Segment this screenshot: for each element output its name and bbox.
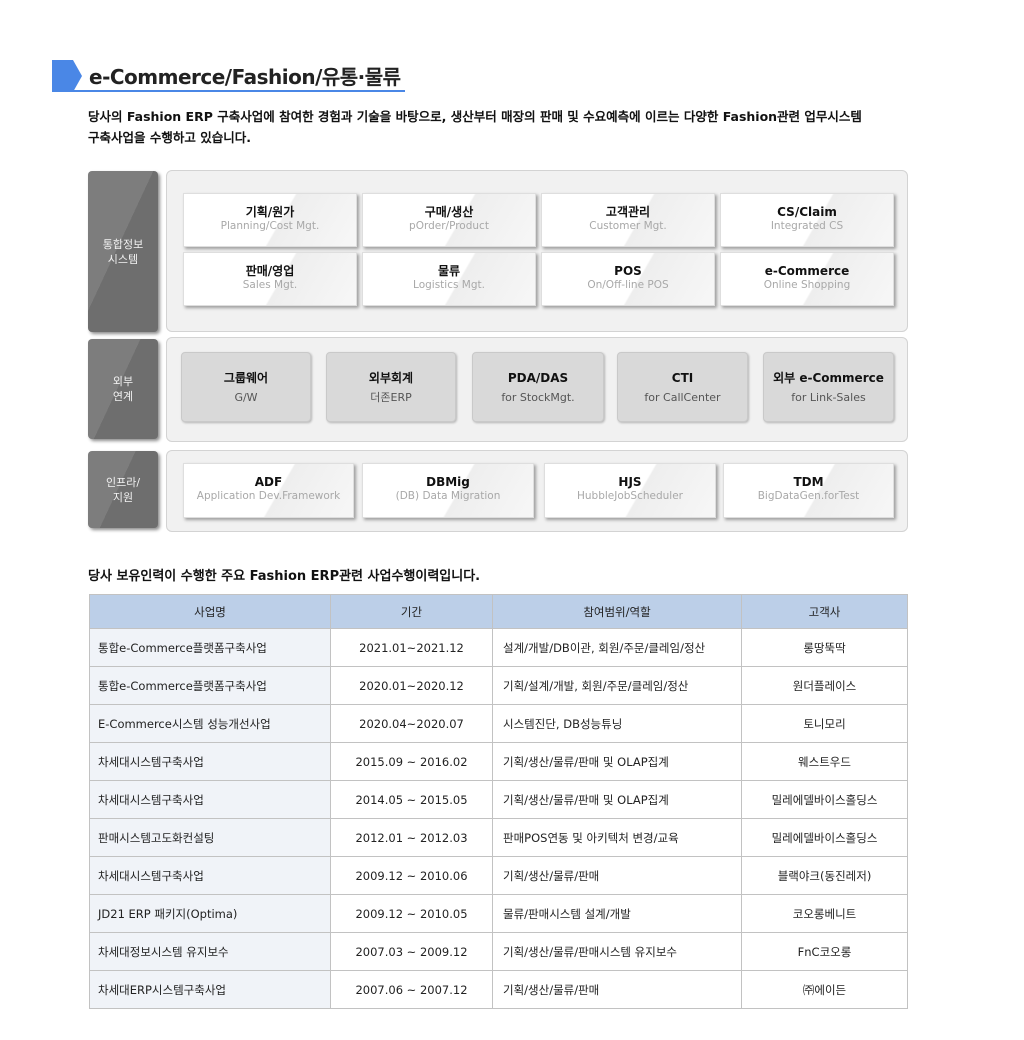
cell-period: 2015.09 ~ 2016.02 <box>330 742 493 781</box>
cell-client: 밀레에델바이스홀딩스 <box>741 818 908 857</box>
module-adf: ADF Application Dev.Framework <box>183 463 354 518</box>
cell-period: 2014.05 ~ 2015.05 <box>330 780 493 819</box>
cell-role: 설계/개발/DB이관, 회원/주문/클레임/정산 <box>492 628 742 667</box>
cell-period: 2020.01~2020.12 <box>330 666 493 705</box>
cell-role: 기획/생산/물류/판매 <box>492 970 742 1009</box>
module-sales: 판매/영업 Sales Mgt. <box>183 252 357 306</box>
panel-external: 그룹웨어 G/W 외부회계 더존ERP PDA/DAS for StockMgt… <box>166 337 908 442</box>
history-table: 사업명 기간 참여범위/역할 고객사 통합e-Commerce플랫폼구축사업 2… <box>89 594 908 1009</box>
cell-role: 기획/생산/물류/판매 및 OLAP집계 <box>492 780 742 819</box>
cell-period: 2020.04~2020.07 <box>330 704 493 743</box>
cell-role: 판매POS연동 및 아키텍처 변경/교육 <box>492 818 742 857</box>
intro-line-2: 구축사업을 수행하고 있습니다. <box>88 130 251 145</box>
intro-line-1: 당사의 Fashion ERP 구축사업에 참여한 경험과 기술을 바탕으로, … <box>88 109 862 124</box>
intro-text: 당사의 Fashion ERP 구축사업에 참여한 경험과 기술을 바탕으로, … <box>88 106 918 148</box>
cell-role: 기획/생산/물류/판매 및 OLAP집계 <box>492 742 742 781</box>
col-role: 참여범위/역할 <box>492 594 742 629</box>
cell-project: 판매시스템고도화컨설팅 <box>89 818 331 857</box>
cell-period: 2009.12 ~ 2010.06 <box>330 856 493 895</box>
module-hjs: HJS HubbleJobScheduler <box>544 463 716 518</box>
cell-client: 롱땅뚝딱 <box>741 628 908 667</box>
table-header-row: 사업명 기간 참여범위/역할 고객사 <box>89 594 908 629</box>
module-ecommerce: e-Commerce Online Shopping <box>720 252 894 306</box>
cell-project: 차세대정보시스템 유지보수 <box>89 932 331 971</box>
col-period: 기간 <box>330 594 493 629</box>
table-row: 차세대정보시스템 유지보수 2007.03 ~ 2009.12 기획/생산/물류… <box>89 932 908 971</box>
cell-client: FnC코오롱 <box>741 932 908 971</box>
panel-infra: ADF Application Dev.Framework DBMig (DB)… <box>166 450 908 532</box>
module-planning-cost: 기획/원가 Planning/Cost Mgt. <box>183 193 357 247</box>
module-cs-claim: CS/Claim Integrated CS <box>720 193 894 247</box>
row-label-integrated: 통합정보 시스템 <box>88 171 158 332</box>
history-title: 당사 보유인력이 수행한 주요 Fashion ERP관련 사업수행이력입니다. <box>88 569 481 584</box>
page-title: e-Commerce/Fashion/유통·물류 <box>89 65 401 89</box>
module-dbmig: DBMig (DB) Data Migration <box>362 463 534 518</box>
cell-period: 2012.01 ~ 2012.03 <box>330 818 493 857</box>
cell-period: 2021.01~2021.12 <box>330 628 493 667</box>
cell-period: 2009.12 ~ 2010.05 <box>330 894 493 933</box>
cell-project: 차세대ERP시스템구축사업 <box>89 970 331 1009</box>
module-pda-das: PDA/DAS for StockMgt. <box>472 352 604 422</box>
module-cti: CTI for CallCenter <box>617 352 748 422</box>
section-header: e-Commerce/Fashion/유통·물류 <box>52 60 405 92</box>
cell-project: 통합e-Commerce플랫폼구축사업 <box>89 628 331 667</box>
cell-project: 차세대시스템구축사업 <box>89 856 331 895</box>
module-logistics: 물류 Logistics Mgt. <box>362 252 536 306</box>
row-label-external: 외부 연계 <box>88 339 158 439</box>
cell-client: 토니모리 <box>741 704 908 743</box>
table-row: 통합e-Commerce플랫폼구축사업 2021.01~2021.12 설계/개… <box>89 628 908 667</box>
cell-period: 2007.06 ~ 2007.12 <box>330 970 493 1009</box>
cell-period: 2007.03 ~ 2009.12 <box>330 932 493 971</box>
col-client: 고객사 <box>741 594 908 629</box>
cell-client: 밀레에델바이스홀딩스 <box>741 780 908 819</box>
table-row: 차세대시스템구축사업 2014.05 ~ 2015.05 기획/생산/물류/판매… <box>89 780 908 819</box>
cell-client: 코오롱베니트 <box>741 894 908 933</box>
module-external-accounting: 외부회계 더존ERP <box>326 352 456 422</box>
panel-integrated: 기획/원가 Planning/Cost Mgt. 구매/생산 pOrder/Pr… <box>166 170 908 332</box>
table-row: 차세대시스템구축사업 2015.09 ~ 2016.02 기획/생산/물류/판매… <box>89 742 908 781</box>
cell-client: ㈜에이든 <box>741 970 908 1009</box>
title-underline <box>52 90 405 92</box>
cell-role: 기획/생산/물류/판매시스템 유지보수 <box>492 932 742 971</box>
table-row: 차세대ERP시스템구축사업 2007.06 ~ 2007.12 기획/생산/물류… <box>89 970 908 1009</box>
cell-project: 통합e-Commerce플랫폼구축사업 <box>89 666 331 705</box>
table-row: E-Commerce시스템 성능개선사업 2020.04~2020.07 시스템… <box>89 704 908 743</box>
cell-client: 블랙야크(동진레저) <box>741 856 908 895</box>
cell-project: E-Commerce시스템 성능개선사업 <box>89 704 331 743</box>
module-pos: POS On/Off-line POS <box>541 252 715 306</box>
cell-project: 차세대시스템구축사업 <box>89 780 331 819</box>
cell-role: 물류/판매시스템 설계/개발 <box>492 894 742 933</box>
module-purchase-production: 구매/생산 pOrder/Product <box>362 193 536 247</box>
module-customer: 고객관리 Customer Mgt. <box>541 193 715 247</box>
module-groupware: 그룹웨어 G/W <box>181 352 311 422</box>
module-external-ecommerce: 외부 e-Commerce for Link-Sales <box>763 352 894 422</box>
cell-project: 차세대시스템구축사업 <box>89 742 331 781</box>
cell-project: JD21 ERP 패키지(Optima) <box>89 894 331 933</box>
cell-role: 기획/생산/물류/판매 <box>492 856 742 895</box>
table-row: 통합e-Commerce플랫폼구축사업 2020.01~2020.12 기획/설… <box>89 666 908 705</box>
table-row: 차세대시스템구축사업 2009.12 ~ 2010.06 기획/생산/물류/판매… <box>89 856 908 895</box>
cell-client: 원더플레이스 <box>741 666 908 705</box>
table-row: JD21 ERP 패키지(Optima) 2009.12 ~ 2010.05 물… <box>89 894 908 933</box>
arrow-flag-icon <box>52 60 82 92</box>
row-label-infra: 인프라/ 지원 <box>88 451 158 528</box>
cell-role: 시스템진단, DB성능튜닝 <box>492 704 742 743</box>
cell-client: 웨스트우드 <box>741 742 908 781</box>
table-row: 판매시스템고도화컨설팅 2012.01 ~ 2012.03 판매POS연동 및 … <box>89 818 908 857</box>
cell-role: 기획/설계/개발, 회원/주문/클레임/정산 <box>492 666 742 705</box>
col-project: 사업명 <box>89 594 331 629</box>
module-tdm: TDM BigDataGen.forTest <box>723 463 894 518</box>
